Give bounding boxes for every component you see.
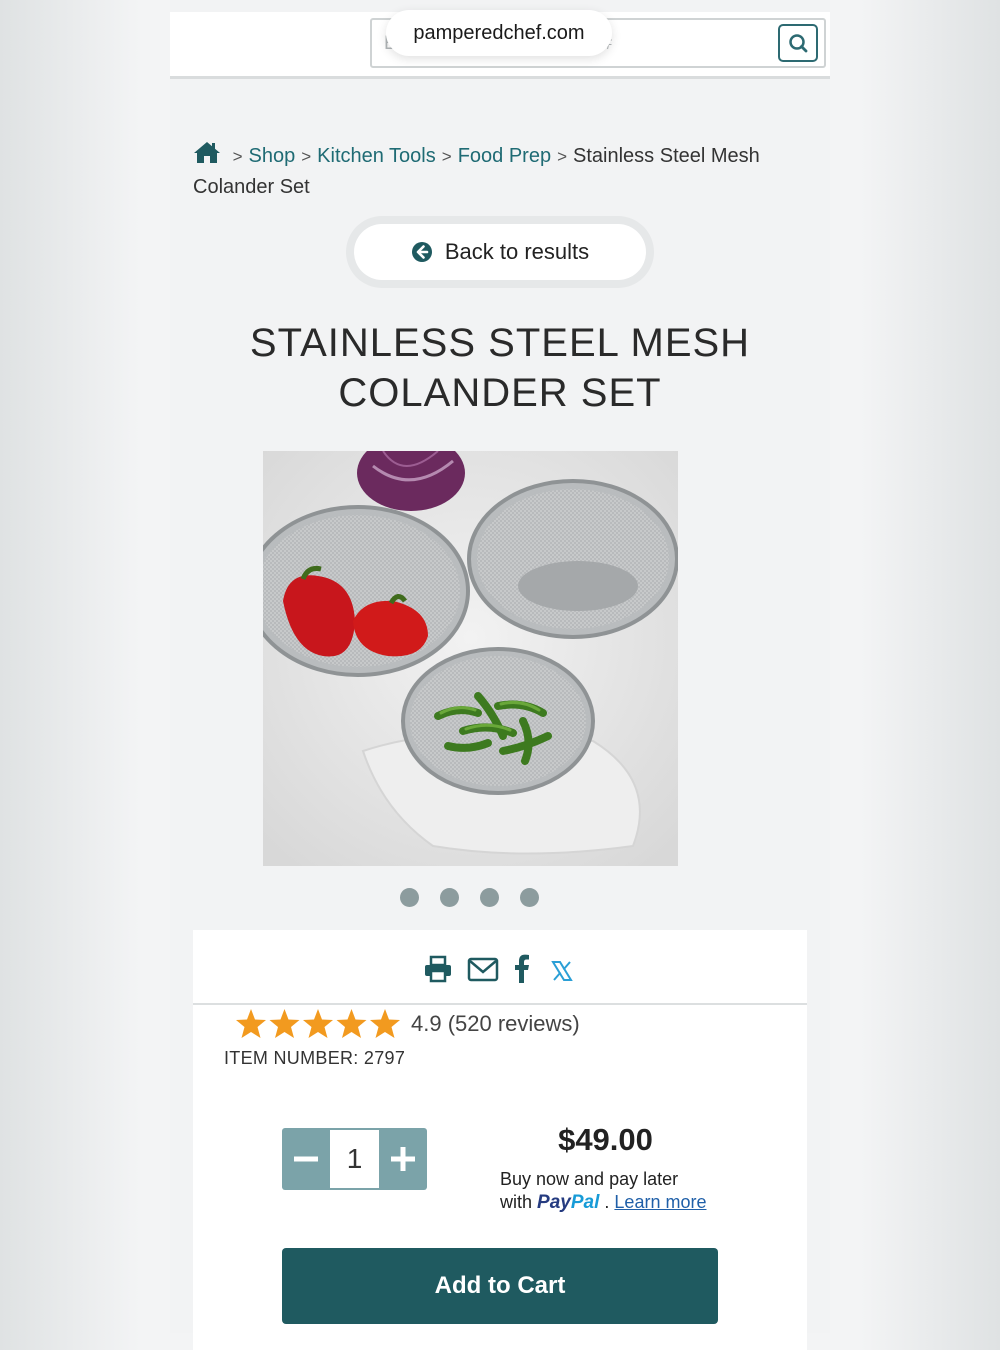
breadcrumb-separator: > [301, 147, 312, 166]
carousel-dot[interactable] [440, 888, 459, 907]
minus-icon [294, 1156, 318, 1162]
paypal-with: with [500, 1192, 533, 1212]
breadcrumb-kitchen-tools[interactable]: Kitchen Tools [317, 145, 436, 167]
page: pamperedchef.com > Shop > Kitchen Tools > Foo… [170, 0, 830, 1350]
arrow-left-circle-icon [411, 242, 432, 262]
star-icon [303, 1009, 333, 1038]
item-number: ITEM NUMBER: 2797 [224, 1048, 406, 1068]
product-image[interactable] [263, 451, 678, 866]
product-price: $49.00 [558, 1122, 653, 1157]
breadcrumb: > Shop > Kitchen Tools > Food Prep > Stainless … [193, 140, 793, 202]
product-title-line2: COLANDER SET [338, 371, 662, 415]
star-icon [236, 1009, 266, 1038]
breadcrumb-shop[interactable]: Shop [249, 145, 296, 167]
paypal-dot: . [604, 1192, 610, 1212]
breadcrumb-separator: > [441, 147, 452, 166]
carousel-dot[interactable] [400, 888, 419, 907]
image-carousel-dots [400, 888, 539, 907]
product-title-line1: STAINLESS STEEL MESH [249, 321, 751, 365]
print-icon[interactable] [423, 954, 453, 984]
product-rating[interactable]: 4.9 (520 reviews) [235, 1008, 580, 1040]
quantity-input[interactable]: 1 [330, 1128, 379, 1190]
breadcrumb-separator: > [232, 147, 243, 166]
email-icon[interactable] [467, 954, 499, 984]
star-rating [236, 1009, 400, 1038]
header: pamperedchef.com [170, 10, 830, 79]
paypal-line1: Buy now and pay later [500, 1169, 679, 1189]
home-icon[interactable] [193, 140, 221, 164]
product-title: STAINLESS STEEL MESH COLANDER SET [210, 318, 790, 418]
x-icon[interactable] [551, 960, 573, 982]
breadcrumb-separator: > [557, 147, 568, 166]
share-row [193, 930, 807, 1005]
learn-more-link[interactable]: Learn more [614, 1192, 706, 1212]
quantity-decrease-button[interactable] [282, 1128, 330, 1190]
carousel-dot[interactable] [480, 888, 499, 907]
search-button[interactable] [778, 24, 818, 62]
paypal-logo: PayPal [537, 1192, 600, 1213]
star-icon [269, 1009, 300, 1038]
back-to-results-label: Back to results [444, 239, 590, 264]
rating-text[interactable]: 4.9 (520 reviews) [411, 1011, 580, 1037]
browser-url[interactable]: pamperedchef.com [386, 10, 612, 56]
back-to-results-button[interactable]: Back to results [354, 224, 646, 280]
add-to-cart-button[interactable]: Add to Cart [282, 1248, 718, 1324]
star-icon [336, 1009, 367, 1038]
paypal-message: Buy now and pay later with PayPal . Lear… [500, 1168, 760, 1214]
search-icon [789, 34, 808, 53]
plus-icon [391, 1147, 415, 1171]
facebook-icon[interactable] [513, 954, 531, 984]
star-icon [370, 1009, 400, 1038]
quantity-stepper: 1 [282, 1128, 427, 1190]
breadcrumb-food-prep[interactable]: Food Prep [458, 145, 551, 167]
back-button-wrapper: Back to results [346, 216, 654, 288]
quantity-increase-button[interactable] [379, 1128, 427, 1190]
product-details-card: 4.9 (520 reviews) ITEM NUMBER: 2797 1 $4… [193, 930, 807, 1350]
carousel-dot[interactable] [520, 888, 539, 907]
